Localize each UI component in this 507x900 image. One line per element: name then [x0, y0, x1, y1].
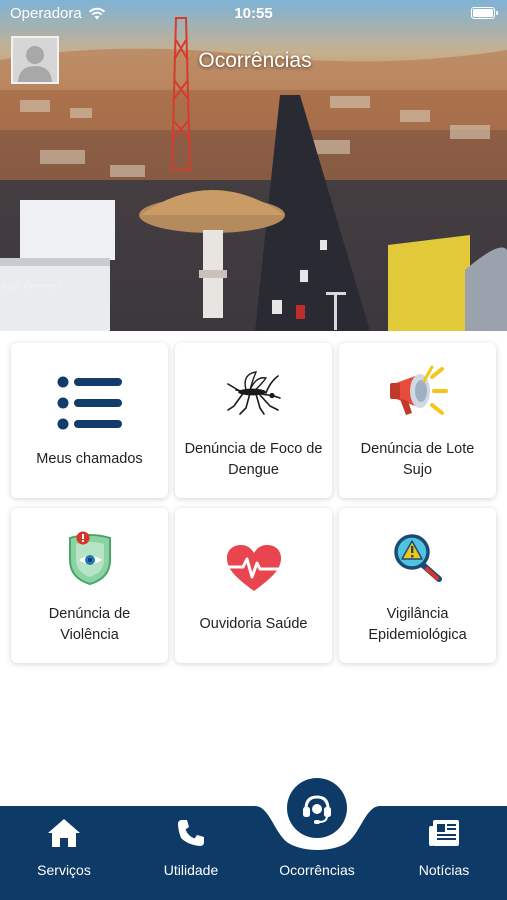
- nav-label: Serviços: [37, 862, 91, 878]
- card-label: Meus chamados: [36, 451, 143, 467]
- phone-icon: [178, 820, 204, 846]
- card-ouvidoria-saude[interactable]: Ouvidoria Saúde: [175, 508, 332, 663]
- card-vigilancia-epidemiologica[interactable]: Vigilância Epidemiológica: [339, 508, 496, 663]
- nav-item-noticias[interactable]: Notícias: [384, 816, 504, 886]
- ocorrencias-fab[interactable]: [287, 778, 347, 838]
- bottom-navigation: Serviços Utilidade Ocorrências Notícias: [0, 806, 507, 900]
- nav-label: Utilidade: [163, 862, 219, 878]
- newspaper-icon: [429, 820, 459, 846]
- card-label: Denúncia de Lote Sujo: [360, 440, 475, 478]
- card-label: Ouvidoria Saúde: [199, 616, 308, 632]
- nav-label: Ocorrências: [279, 862, 355, 878]
- shield-alert-icon: [68, 531, 111, 585]
- mosquito-icon: [226, 370, 281, 415]
- magnifier-warning-icon: [393, 533, 442, 582]
- card-label: Denúncia de Violência: [48, 605, 131, 643]
- photo-credit: ano Ferroni: [2, 282, 61, 292]
- clock: 10:55: [234, 5, 273, 22]
- card-label: Vigilância Epidemiológica: [368, 605, 467, 643]
- nav-item-servicos[interactable]: Serviços: [4, 816, 124, 886]
- user-avatar[interactable]: [11, 36, 59, 84]
- home-icon: [48, 819, 80, 847]
- megaphone-icon: [389, 365, 448, 415]
- card-denuncia-lote-sujo[interactable]: Denúncia de Lote Sujo: [339, 343, 496, 498]
- headset-icon: [303, 795, 331, 824]
- nav-item-utilidade[interactable]: Utilidade: [131, 816, 251, 886]
- nav-label: Notícias: [418, 862, 470, 878]
- status-bar: Operadora 10:55: [0, 0, 507, 28]
- page-title: Ocorrências: [198, 49, 312, 72]
- card-label: Denúncia de Foco de Dengue: [184, 440, 323, 478]
- battery-icon: [471, 7, 498, 19]
- header-banner: Operadora 10:55 Ocorrências ano Ferroni: [0, 0, 507, 331]
- card-denuncia-dengue[interactable]: Denúncia de Foco de Dengue: [175, 343, 332, 498]
- card-denuncia-violencia[interactable]: Denúncia de Violência: [11, 508, 168, 663]
- services-grid: Meus chamados Denúncia de Foco de Dengue…: [11, 343, 497, 663]
- list-icon: [57, 376, 122, 430]
- user-avatar-icon: [13, 38, 57, 82]
- heartbeat-icon: [226, 545, 281, 591]
- card-meus-chamados[interactable]: Meus chamados: [11, 343, 168, 498]
